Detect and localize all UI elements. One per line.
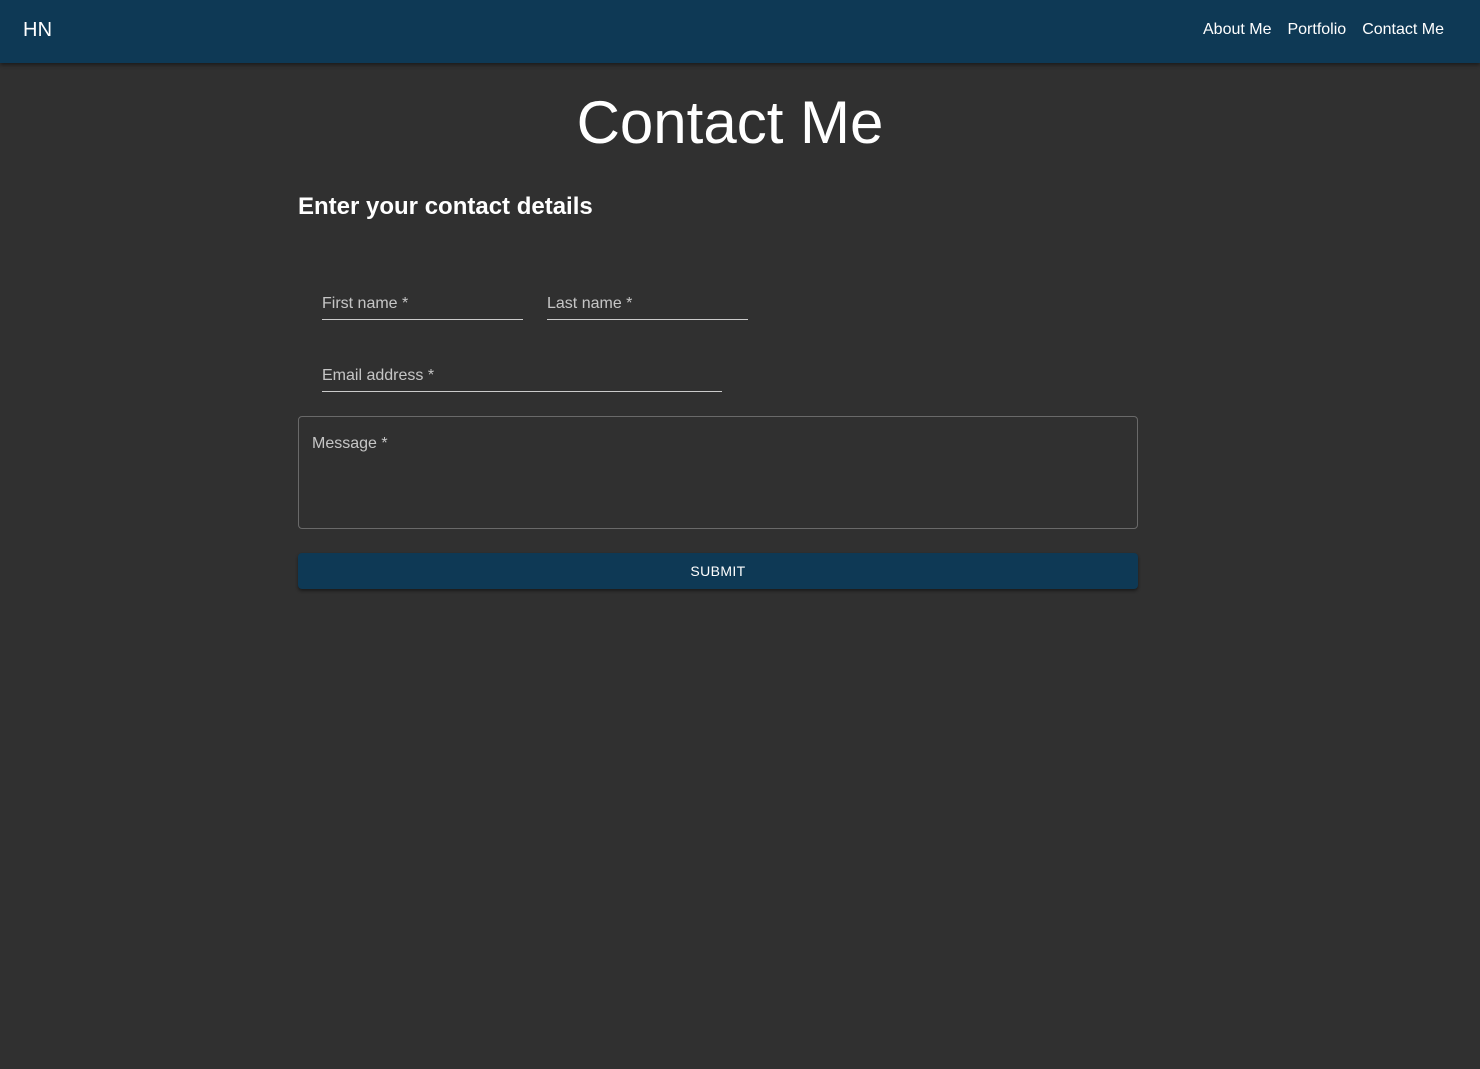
app-bar: HN About Me Portfolio Contact Me	[0, 0, 1480, 63]
submit-button[interactable]: SUBMIT	[298, 553, 1138, 589]
brand-logo[interactable]: HN	[23, 19, 52, 42]
last-name-label: Last name *	[547, 295, 633, 312]
last-name-field[interactable]: Last name *	[547, 284, 748, 320]
nav-portfolio[interactable]: Portfolio	[1287, 19, 1346, 41]
form-subtitle: Enter your contact details	[298, 193, 593, 220]
first-name-label: First name *	[322, 295, 409, 312]
first-name-field[interactable]: First name *	[322, 284, 523, 320]
page-title: Contact Me	[576, 89, 884, 156]
message-label: Message *	[312, 435, 388, 452]
nav-about-me[interactable]: About Me	[1203, 19, 1271, 41]
message-textarea[interactable]: Message *	[298, 416, 1138, 529]
email-field[interactable]: Email address *	[322, 356, 722, 392]
nav-contact-me[interactable]: Contact Me	[1362, 19, 1444, 41]
main-nav: About Me Portfolio Contact Me	[1203, 19, 1444, 41]
email-label: Email address *	[322, 367, 435, 384]
